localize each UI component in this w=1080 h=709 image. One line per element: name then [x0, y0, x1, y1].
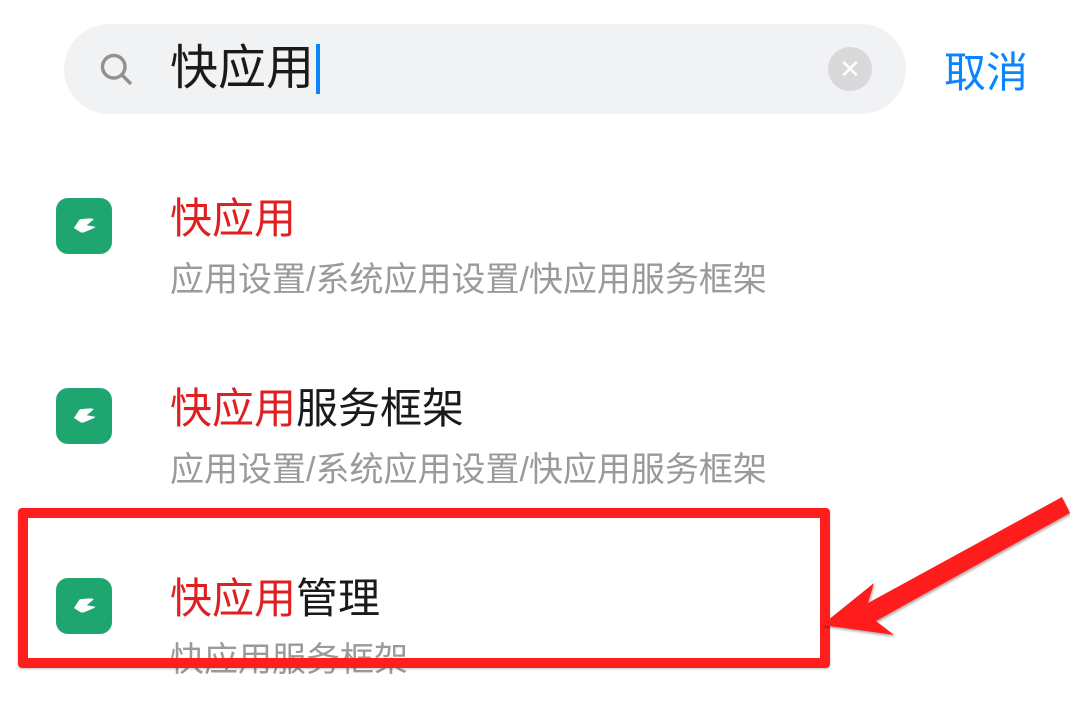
- text-cursor: [316, 44, 320, 94]
- result-title: 快应用管理: [170, 572, 1024, 627]
- app-icon: [56, 578, 112, 634]
- results-list: 快应用 应用设置/系统应用设置/快应用服务框架 快应用服务框架 应用设置/系统应…: [0, 138, 1080, 709]
- result-path: 应用设置/系统应用设置/快应用服务框架: [170, 447, 1024, 495]
- title-rest: 服务框架: [296, 385, 464, 432]
- result-text: 快应用管理 快应用服务框架: [170, 572, 1024, 684]
- result-title: 快应用: [170, 192, 1024, 247]
- result-row[interactable]: 快应用服务框架 应用设置/系统应用设置/快应用服务框架: [0, 358, 1080, 518]
- search-box[interactable]: 快应用 ✕: [64, 24, 906, 114]
- result-path: 快应用服务框架: [170, 637, 1024, 685]
- title-highlight: 快应用: [170, 195, 296, 242]
- result-title: 快应用服务框架: [170, 382, 1024, 437]
- search-icon: [98, 51, 134, 87]
- search-input[interactable]: 快应用: [170, 44, 828, 94]
- clear-button[interactable]: ✕: [828, 47, 872, 91]
- close-icon: ✕: [839, 56, 861, 82]
- app-icon: [56, 388, 112, 444]
- title-highlight: 快应用: [170, 575, 296, 622]
- result-path: 应用设置/系统应用设置/快应用服务框架: [170, 257, 1024, 305]
- app-icon: [56, 198, 112, 254]
- result-row[interactable]: 快应用管理 快应用服务框架: [0, 548, 1080, 708]
- search-value: 快应用: [170, 45, 314, 93]
- title-rest: 管理: [296, 575, 380, 622]
- result-text: 快应用服务框架 应用设置/系统应用设置/快应用服务框架: [170, 382, 1024, 494]
- result-text: 快应用 应用设置/系统应用设置/快应用服务框架: [170, 192, 1024, 304]
- search-header: 快应用 ✕ 取消: [0, 0, 1080, 138]
- result-row[interactable]: 快应用 应用设置/系统应用设置/快应用服务框架: [0, 168, 1080, 328]
- title-highlight: 快应用: [170, 385, 296, 432]
- cancel-button[interactable]: 取消: [934, 39, 1048, 100]
